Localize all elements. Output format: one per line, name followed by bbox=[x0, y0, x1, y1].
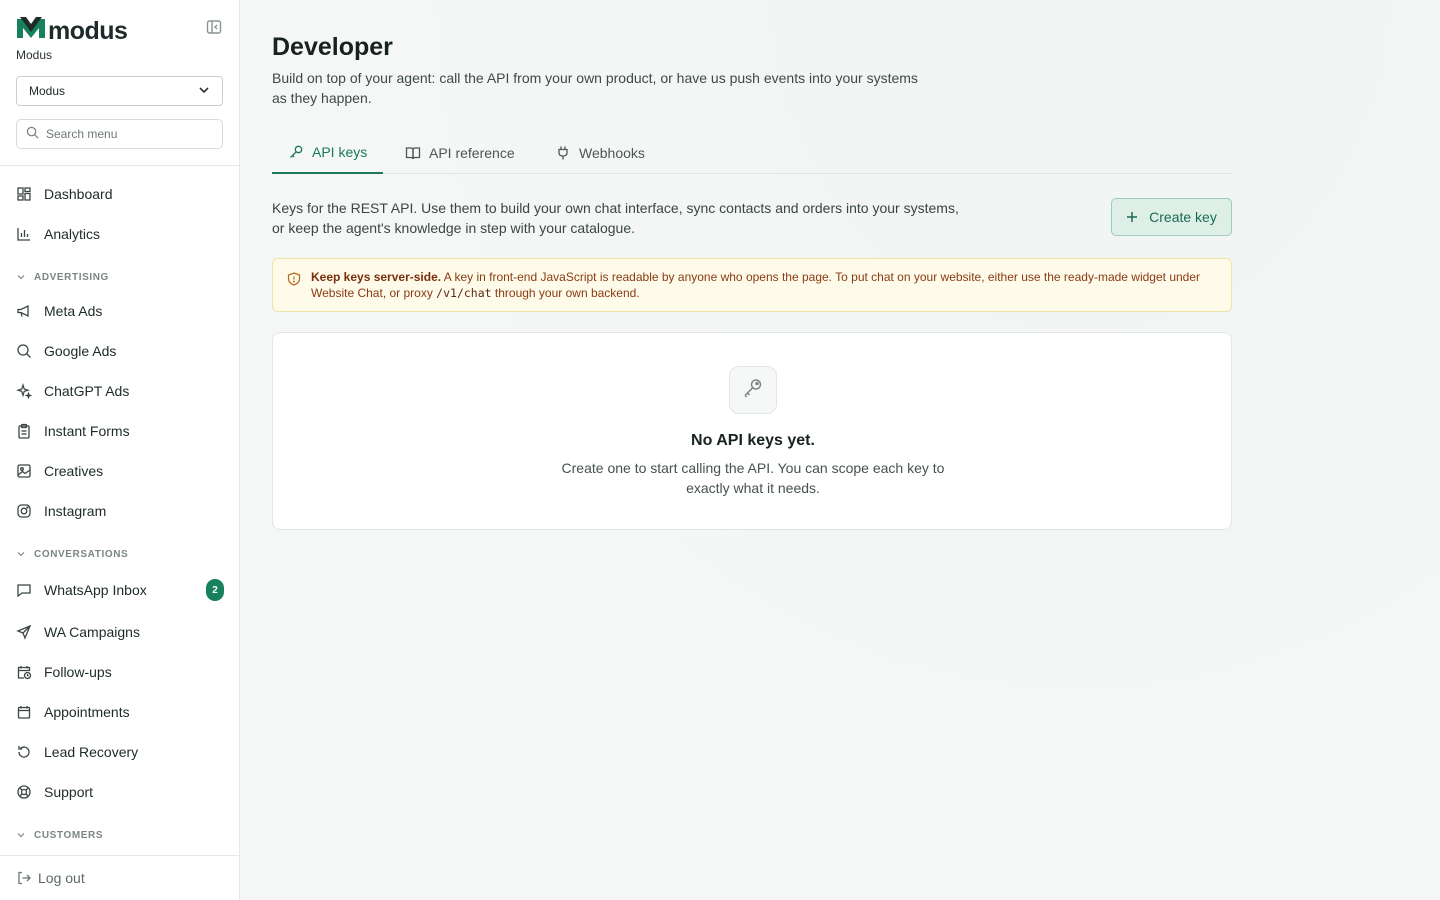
sidebar-item-wa-campaigns[interactable]: WA Campaigns bbox=[16, 618, 224, 646]
search-input[interactable]: Search menu bbox=[16, 119, 223, 149]
divider bbox=[0, 855, 239, 856]
sidebar-item-label: Analytics bbox=[44, 226, 101, 242]
api-keys-intro: Keys for the REST API. Use them to build… bbox=[272, 200, 959, 236]
unread-count-badge: 2 bbox=[206, 579, 224, 601]
sidebar-item-dashboard[interactable]: Dashboard bbox=[16, 180, 224, 208]
brand-logo[interactable]: modus bbox=[16, 16, 128, 45]
logout-button[interactable]: Log out bbox=[16, 866, 85, 890]
sparkles-icon bbox=[16, 383, 32, 399]
sidebar-item-instagram[interactable]: Instagram bbox=[16, 497, 224, 525]
tab-api-reference[interactable]: API reference bbox=[389, 131, 531, 174]
sidebar-item-label: Follow-ups bbox=[44, 664, 112, 680]
tab-bar: API keys API reference Webhooks bbox=[272, 131, 1232, 174]
tab-label: API reference bbox=[429, 144, 515, 161]
empty-state-title: No API keys yet. bbox=[691, 432, 815, 449]
warning-code: /v1/chat bbox=[436, 286, 492, 300]
logout-label: Log out bbox=[38, 870, 85, 886]
empty-state-card: No API keys yet. Create one to start cal… bbox=[272, 332, 1232, 530]
brand-wordmark: modus bbox=[48, 16, 128, 45]
megaphone-icon bbox=[16, 303, 32, 319]
section-title: CONVERSATIONS bbox=[34, 548, 129, 560]
create-key-button[interactable]: Create key bbox=[1111, 198, 1232, 236]
tab-label: Webhooks bbox=[579, 144, 645, 161]
warning-title: Keep keys server-side. bbox=[311, 270, 442, 284]
send-icon bbox=[16, 624, 32, 640]
page-title: Developer bbox=[272, 33, 393, 61]
instagram-icon bbox=[16, 503, 32, 519]
image-icon bbox=[16, 463, 32, 479]
dashboard-icon bbox=[16, 186, 32, 202]
org-select[interactable]: Modus bbox=[16, 76, 223, 106]
key-icon bbox=[288, 144, 304, 160]
plug-icon bbox=[555, 145, 571, 161]
sidebar-item-label: Creatives bbox=[44, 463, 104, 479]
chat-icon bbox=[16, 582, 32, 598]
sidebar-item-label: Instagram bbox=[44, 503, 107, 519]
sidebar-item-label: Appointments bbox=[44, 704, 130, 720]
section-title: ADVERTISING bbox=[34, 271, 109, 283]
sidebar-item-label: Google Ads bbox=[44, 343, 117, 359]
page-subtitle: Build on top of your agent: call the API… bbox=[272, 70, 918, 106]
sidebar: modus Modus Modus Search menu Dashboard … bbox=[0, 0, 240, 900]
search-icon bbox=[26, 126, 39, 142]
sidebar-item-chatgpt-ads[interactable]: ChatGPT Ads bbox=[16, 377, 224, 405]
plus-icon bbox=[1126, 210, 1140, 224]
sidebar-item-creatives[interactable]: Creatives bbox=[16, 457, 224, 485]
empty-state-icon-box bbox=[729, 366, 777, 414]
sidebar-item-google-ads[interactable]: Google Ads bbox=[16, 337, 224, 365]
sidebar-item-label: Support bbox=[44, 784, 94, 800]
section-customers[interactable]: CUSTOMERS bbox=[16, 827, 103, 843]
book-icon bbox=[405, 145, 421, 161]
sidebar-item-instant-forms[interactable]: Instant Forms bbox=[16, 417, 224, 445]
divider bbox=[0, 165, 239, 166]
collapse-sidebar-icon[interactable] bbox=[206, 19, 224, 37]
sidebar-item-support[interactable]: Support bbox=[16, 778, 224, 806]
chevron-down-icon bbox=[17, 275, 25, 280]
logout-icon bbox=[16, 870, 32, 886]
sidebar-item-whatsapp-inbox[interactable]: WhatsApp Inbox 2 bbox=[16, 576, 224, 604]
chevron-down-icon bbox=[198, 84, 210, 99]
main-content: Developer Build on top of your agent: ca… bbox=[240, 0, 1440, 900]
search-icon bbox=[16, 343, 32, 359]
chevron-down-icon bbox=[17, 833, 25, 838]
create-key-label: Create key bbox=[1149, 209, 1217, 225]
warning-text-end: through your own backend. bbox=[491, 286, 640, 300]
shield-alert-icon bbox=[287, 272, 301, 286]
empty-state-description: Create one to start calling the API. You… bbox=[561, 460, 945, 496]
key-icon bbox=[741, 376, 765, 405]
calendar-icon bbox=[16, 704, 32, 720]
chevron-down-icon bbox=[17, 552, 25, 557]
lifebuoy-icon bbox=[16, 784, 32, 800]
search-placeholder: Search menu bbox=[46, 127, 118, 141]
sidebar-item-label: WhatsApp Inbox bbox=[44, 582, 147, 598]
calendar-clock-icon bbox=[16, 664, 32, 680]
section-title: CUSTOMERS bbox=[34, 829, 104, 841]
sidebar-item-lead-recovery[interactable]: Lead Recovery bbox=[16, 738, 224, 766]
sidebar-item-label: Dashboard bbox=[44, 186, 113, 202]
sidebar-item-meta-ads[interactable]: Meta Ads bbox=[16, 297, 224, 325]
tab-api-keys[interactable]: API keys bbox=[272, 131, 384, 174]
org-select-value: Modus bbox=[29, 84, 66, 98]
tab-webhooks[interactable]: Webhooks bbox=[539, 131, 661, 174]
org-label: Modus bbox=[16, 48, 53, 62]
security-warning: Keep keys server-side. A key in front-en… bbox=[272, 258, 1232, 312]
sidebar-item-label: Meta Ads bbox=[44, 303, 103, 319]
sidebar-item-follow-ups[interactable]: Follow-ups bbox=[16, 658, 224, 686]
modus-logo-icon bbox=[16, 16, 46, 45]
sidebar-item-label: ChatGPT Ads bbox=[44, 383, 130, 399]
section-advertising[interactable]: ADVERTISING bbox=[16, 269, 109, 285]
sidebar-item-appointments[interactable]: Appointments bbox=[16, 698, 224, 726]
sidebar-item-label: Lead Recovery bbox=[44, 744, 139, 760]
sidebar-item-label: WA Campaigns bbox=[44, 624, 140, 640]
sidebar-item-analytics[interactable]: Analytics bbox=[16, 220, 224, 248]
tab-label: API keys bbox=[312, 143, 368, 160]
bar-chart-icon bbox=[16, 226, 32, 242]
clipboard-icon bbox=[16, 423, 32, 439]
rotate-icon bbox=[16, 744, 32, 760]
sidebar-item-label: Instant Forms bbox=[44, 423, 130, 439]
section-conversations[interactable]: CONVERSATIONS bbox=[16, 546, 128, 562]
